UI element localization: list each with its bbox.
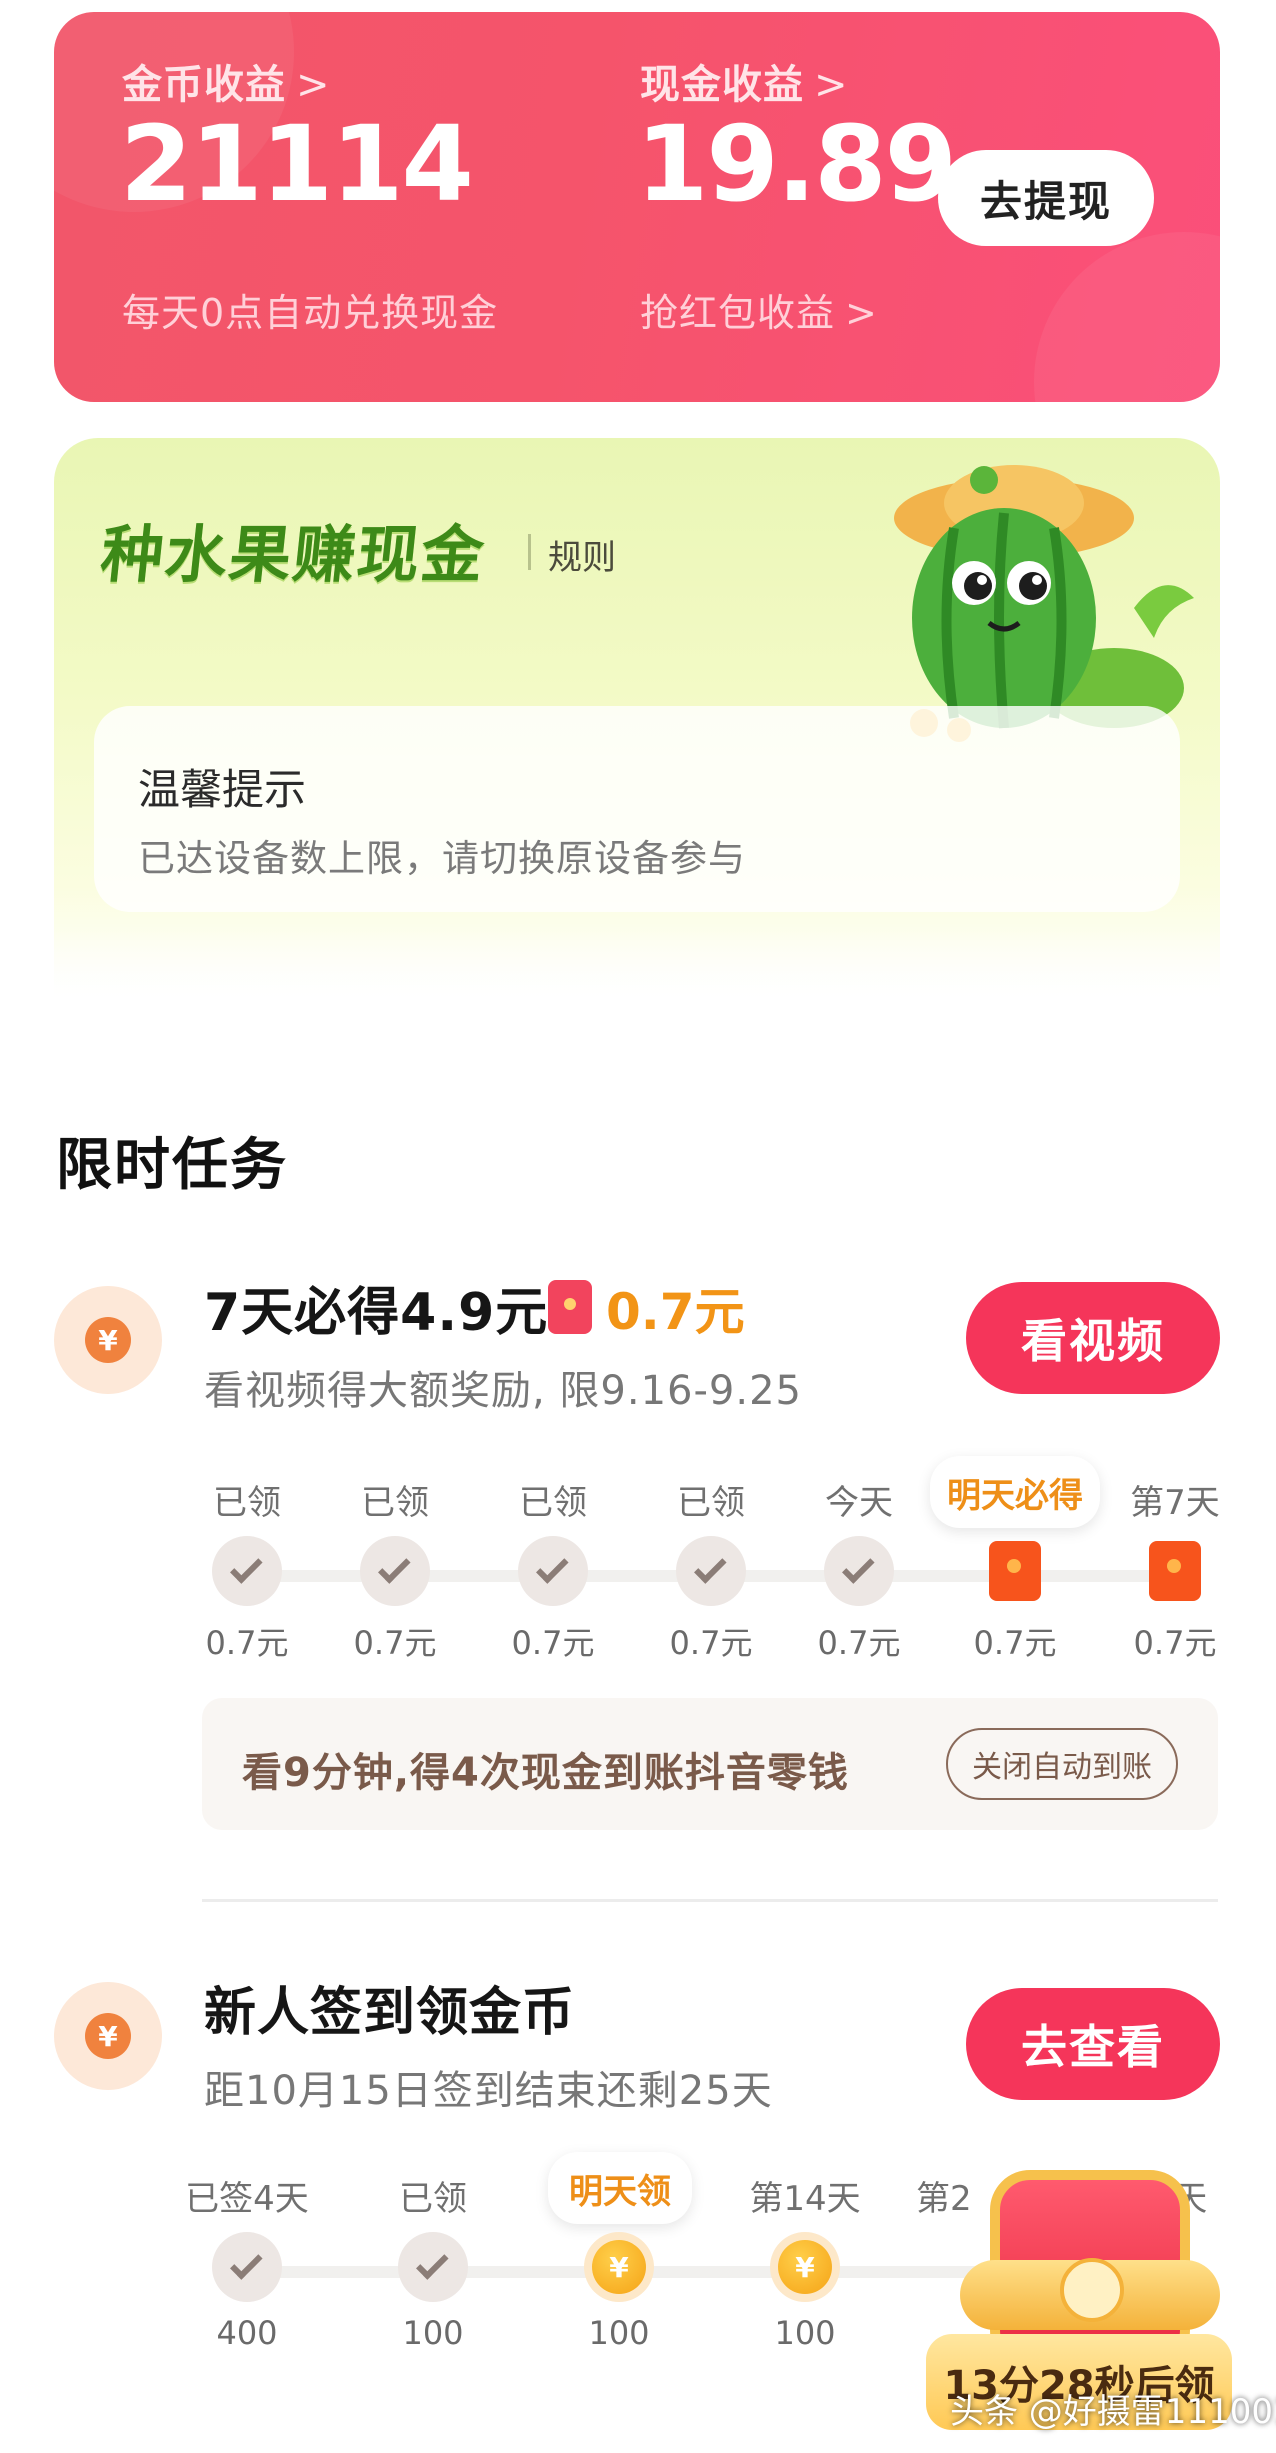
day-value: 100	[402, 2314, 464, 2352]
auto-credit-text: 看9分钟,得4次现金到账抖音零钱	[242, 1750, 849, 1796]
video-day-item: 已领 0.7元	[172, 1480, 322, 1664]
task-coin-icon: ¥	[54, 1982, 162, 2090]
cash-earnings-label: 现金收益	[640, 62, 804, 108]
day-value: 0.7元	[205, 1624, 289, 1662]
red-envelope-icon	[980, 1536, 1050, 1606]
day-label: 今天	[825, 1483, 893, 1523]
video-task-bonus: 0.7元	[606, 1283, 745, 1341]
check-icon	[212, 2232, 282, 2302]
notice-title: 温馨提示	[138, 765, 307, 814]
task-coin-icon: ¥	[54, 1286, 162, 1394]
coin-earnings-subtitle: 每天0点自动兑换现金	[122, 291, 499, 335]
watch-video-button[interactable]: 看视频	[966, 1282, 1220, 1394]
signin-day-item: 已领 100	[358, 2176, 508, 2352]
coin-earnings-label: 金币收益	[122, 62, 286, 108]
chevron-right-icon: >	[814, 62, 849, 108]
tiktok-logo-icon	[1060, 2258, 1124, 2322]
watermelon-mascot-icon	[894, 465, 1194, 742]
day-value: 0.7元	[353, 1624, 437, 1662]
fruit-game-title: 种水果赚现金	[97, 518, 490, 591]
day-label: 第14天	[749, 2179, 861, 2219]
chevron-right-icon: >	[296, 62, 331, 108]
earnings-card: 金币收益 > 21114 每天0点自动兑换现金 现金收益 > 19.89 抢红包收益…	[54, 12, 1220, 402]
check-icon	[360, 1536, 430, 1606]
chevron-right-icon: >	[845, 291, 878, 335]
day-label: 已领	[519, 1483, 587, 1523]
notice-text: 已达设备数上限，请切换原设备参与	[138, 837, 746, 880]
check-icon	[824, 1536, 894, 1606]
coin-earnings-value: 21114	[120, 103, 474, 225]
coin-icon: ¥	[584, 2232, 654, 2302]
disable-auto-credit-button[interactable]: 关闭自动到账	[946, 1728, 1178, 1800]
day-value: 0.7元	[973, 1624, 1057, 1662]
notice-panel: 温馨提示 已达设备数上限，请切换原设备参与	[94, 706, 1180, 912]
day-value: 100	[774, 2314, 836, 2352]
redpacket-earnings-link[interactable]: 抢红包收益 >	[640, 282, 878, 337]
watermark: 头条 @好摄雷111001	[950, 2392, 1276, 2432]
cash-earnings-link[interactable]: 现金收益 >	[640, 52, 849, 110]
divider	[202, 1899, 1218, 1902]
signin-day-item: 已签4天 400	[172, 2176, 322, 2352]
signin-task-subtitle: 距10月15日签到结束还剩25天	[204, 2068, 773, 2114]
video-day-item: 第7天 0.7元	[1100, 1480, 1250, 1664]
video-day-item: 0.7元	[940, 1480, 1090, 1664]
divider	[528, 534, 531, 570]
check-icon	[212, 1536, 282, 1606]
day-value: 0.7元	[669, 1624, 753, 1662]
view-signin-button[interactable]: 去查看	[966, 1988, 1220, 2100]
day-value: 100	[588, 2314, 650, 2352]
day-value: 400	[216, 2314, 278, 2352]
decorative-blob	[1034, 232, 1220, 402]
withdraw-button[interactable]: 去提现	[938, 150, 1154, 246]
yuan-icon: ¥	[85, 2013, 131, 2059]
day-label: 已签4天	[185, 2179, 309, 2219]
rules-link[interactable]: 规则	[548, 530, 616, 579]
video-day-item: 已领 0.7元	[636, 1480, 786, 1664]
fade-overlay	[0, 930, 1276, 1070]
day-label	[940, 1480, 1090, 1526]
check-icon	[676, 1536, 746, 1606]
day-label: 已领	[399, 2179, 467, 2219]
day-label: 已领	[677, 1483, 745, 1523]
day-label: 第7天	[1130, 1483, 1220, 1523]
yuan-icon: ¥	[85, 1317, 131, 1363]
video-day-item: 已领 0.7元	[320, 1480, 470, 1664]
fruit-game-card[interactable]: 种水果赚现金 规则 温馨提示 已达设备数上限，请切换原设备参与	[54, 438, 1220, 998]
signin-task-title: 新人签到领金币	[204, 1983, 576, 2043]
auto-credit-bar: 看9分钟,得4次现金到账抖音零钱 关闭自动到账	[202, 1698, 1218, 1830]
video-task-subtitle: 看视频得大额奖励, 限9.16-9.25	[204, 1368, 802, 1414]
day-label: 已领	[361, 1483, 429, 1523]
redpacket-earnings-label: 抢红包收益	[640, 291, 836, 335]
video-task-title: 7天必得4.9元	[204, 1283, 549, 1343]
video-day-item: 今天 0.7元	[784, 1480, 934, 1664]
red-envelope-icon	[548, 1280, 592, 1334]
check-icon	[518, 1536, 588, 1606]
signin-day-item: ¥ 100	[544, 2176, 694, 2352]
section-title: 限时任务	[56, 1133, 288, 1198]
day-label	[544, 2176, 694, 2222]
day-value: 0.7元	[1133, 1624, 1217, 1662]
red-envelope-icon	[1140, 1536, 1210, 1606]
check-icon	[398, 2232, 468, 2302]
day-label: 已领	[213, 1483, 281, 1523]
day-value: 0.7元	[817, 1624, 901, 1662]
video-day-item: 已领 0.7元	[478, 1480, 628, 1664]
day-value: 0.7元	[511, 1624, 595, 1662]
signin-day-item: 第14天 ¥ 100	[730, 2176, 880, 2352]
coin-earnings-link[interactable]: 金币收益 >	[122, 52, 331, 110]
coin-icon: ¥	[770, 2232, 840, 2302]
cash-earnings-value: 19.89	[636, 103, 957, 225]
